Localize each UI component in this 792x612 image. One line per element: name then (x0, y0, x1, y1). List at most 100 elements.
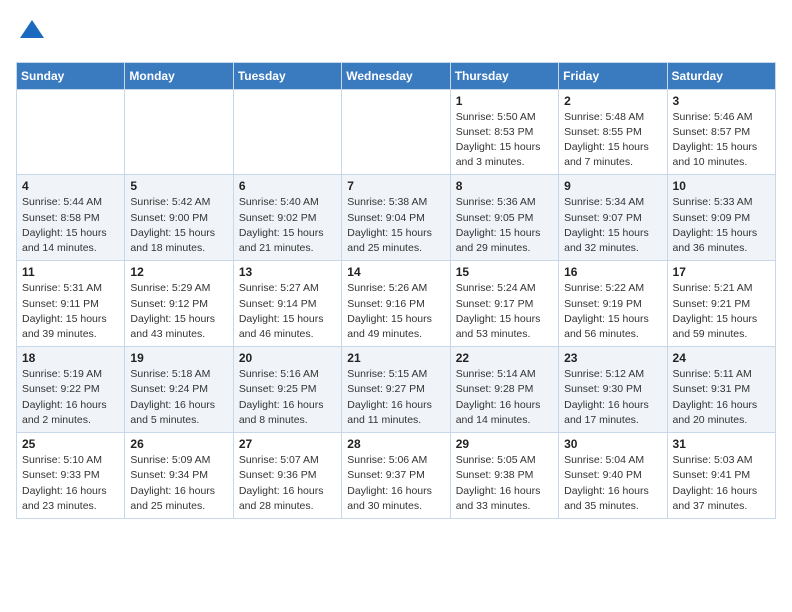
calendar-cell: 10 Sunrise: 5:33 AMSunset: 9:09 PMDayligh… (667, 175, 775, 261)
calendar-cell: 21 Sunrise: 5:15 AMSunset: 9:27 PMDayligh… (342, 347, 450, 433)
day-number: 9 (564, 179, 661, 193)
calendar-cell: 8 Sunrise: 5:36 AMSunset: 9:05 PMDaylight… (450, 175, 558, 261)
calendar-cell: 20 Sunrise: 5:16 AMSunset: 9:25 PMDayligh… (233, 347, 341, 433)
calendar-cell: 23 Sunrise: 5:12 AMSunset: 9:30 PMDayligh… (559, 347, 667, 433)
calendar-cell: 26 Sunrise: 5:09 AMSunset: 9:34 PMDayligh… (125, 433, 233, 519)
day-info: Sunrise: 5:36 AMSunset: 9:05 PMDaylight:… (456, 195, 553, 256)
day-number: 19 (130, 351, 227, 365)
calendar-cell: 17 Sunrise: 5:21 AMSunset: 9:21 PMDayligh… (667, 261, 775, 347)
calendar-cell: 6Sunrise: 5:40 AMSunset: 9:02 PMDaylight… (233, 175, 341, 261)
day-number: 16 (564, 265, 661, 279)
calendar-cell: 25 Sunrise: 5:10 AMSunset: 9:33 PMDayligh… (17, 433, 125, 519)
day-info: Sunrise: 5:09 AMSunset: 9:34 PMDaylight:… (130, 453, 227, 514)
calendar-cell: 31Sunrise: 5:03 AMSunset: 9:41 PMDayligh… (667, 433, 775, 519)
calendar-cell: 24Sunrise: 5:11 AMSunset: 9:31 PMDayligh… (667, 347, 775, 433)
calendar-cell: 11 Sunrise: 5:31 AMSunset: 9:11 PMDayligh… (17, 261, 125, 347)
day-number: 25 (22, 437, 119, 451)
page-header (16, 16, 776, 50)
calendar-cell: 18 Sunrise: 5:19 AMSunset: 9:22 PMDayligh… (17, 347, 125, 433)
day-number: 13 (239, 265, 336, 279)
day-number: 17 (673, 265, 770, 279)
calendar-cell: 12 Sunrise: 5:29 AMSunset: 9:12 PMDayligh… (125, 261, 233, 347)
day-number: 11 (22, 265, 119, 279)
day-info: Sunrise: 5:12 AMSunset: 9:30 PMDaylight:… (564, 367, 661, 428)
day-info: Sunrise: 5:22 AMSunset: 9:19 PMDaylight:… (564, 281, 661, 342)
weekday-header: Saturday (667, 62, 775, 89)
day-number: 24 (673, 351, 770, 365)
calendar-cell (342, 89, 450, 175)
day-number: 4 (22, 179, 119, 193)
weekday-header: Tuesday (233, 62, 341, 89)
day-number: 7 (347, 179, 444, 193)
day-number: 8 (456, 179, 553, 193)
weekday-header: Wednesday (342, 62, 450, 89)
day-number: 26 (130, 437, 227, 451)
day-info: Sunrise: 5:15 AMSunset: 9:27 PMDaylight:… (347, 367, 444, 428)
day-number: 21 (347, 351, 444, 365)
day-info: Sunrise: 5:33 AMSunset: 9:09 PMDaylight:… (673, 195, 770, 256)
calendar-cell: 9 Sunrise: 5:34 AMSunset: 9:07 PMDaylight… (559, 175, 667, 261)
calendar-cell: 30 Sunrise: 5:04 AMSunset: 9:40 PMDayligh… (559, 433, 667, 519)
calendar-cell: 15 Sunrise: 5:24 AMSunset: 9:17 PMDayligh… (450, 261, 558, 347)
day-info: Sunrise: 5:10 AMSunset: 9:33 PMDaylight:… (22, 453, 119, 514)
day-info: Sunrise: 5:04 AMSunset: 9:40 PMDaylight:… (564, 453, 661, 514)
calendar-cell: 16 Sunrise: 5:22 AMSunset: 9:19 PMDayligh… (559, 261, 667, 347)
day-number: 15 (456, 265, 553, 279)
day-info: Sunrise: 5:19 AMSunset: 9:22 PMDaylight:… (22, 367, 119, 428)
day-number: 29 (456, 437, 553, 451)
day-info: Sunrise: 5:38 AMSunset: 9:04 PMDaylight:… (347, 195, 444, 256)
calendar-cell: 19Sunrise: 5:18 AMSunset: 9:24 PMDayligh… (125, 347, 233, 433)
calendar-cell (233, 89, 341, 175)
calendar-cell: 3 Sunrise: 5:46 AMSunset: 8:57 PMDaylight… (667, 89, 775, 175)
day-info: Sunrise: 5:46 AMSunset: 8:57 PMDaylight:… (673, 110, 770, 171)
day-info: Sunrise: 5:16 AMSunset: 9:25 PMDaylight:… (239, 367, 336, 428)
day-number: 18 (22, 351, 119, 365)
day-info: Sunrise: 5:44 AMSunset: 8:58 PMDaylight:… (22, 195, 119, 256)
day-number: 14 (347, 265, 444, 279)
day-info: Sunrise: 5:07 AMSunset: 9:36 PMDaylight:… (239, 453, 336, 514)
weekday-header: Monday (125, 62, 233, 89)
calendar-week-row: 1Sunrise: 5:50 AMSunset: 8:53 PMDaylight… (17, 89, 776, 175)
day-number: 3 (673, 94, 770, 108)
day-number: 10 (673, 179, 770, 193)
calendar-cell: 13Sunrise: 5:27 AMSunset: 9:14 PMDayligh… (233, 261, 341, 347)
calendar-week-row: 25 Sunrise: 5:10 AMSunset: 9:33 PMDayligh… (17, 433, 776, 519)
day-info: Sunrise: 5:06 AMSunset: 9:37 PMDaylight:… (347, 453, 444, 514)
calendar-cell: 27 Sunrise: 5:07 AMSunset: 9:36 PMDayligh… (233, 433, 341, 519)
day-info: Sunrise: 5:31 AMSunset: 9:11 PMDaylight:… (22, 281, 119, 342)
calendar-cell: 4 Sunrise: 5:44 AMSunset: 8:58 PMDaylight… (17, 175, 125, 261)
day-number: 31 (673, 437, 770, 451)
day-info: Sunrise: 5:34 AMSunset: 9:07 PMDaylight:… (564, 195, 661, 256)
calendar-table: SundayMondayTuesdayWednesdayThursdayFrid… (16, 62, 776, 519)
day-number: 27 (239, 437, 336, 451)
day-info: Sunrise: 5:26 AMSunset: 9:16 PMDaylight:… (347, 281, 444, 342)
calendar-cell: 2 Sunrise: 5:48 AMSunset: 8:55 PMDaylight… (559, 89, 667, 175)
day-number: 20 (239, 351, 336, 365)
day-number: 30 (564, 437, 661, 451)
calendar-cell: 22Sunrise: 5:14 AMSunset: 9:28 PMDayligh… (450, 347, 558, 433)
day-info: Sunrise: 5:29 AMSunset: 9:12 PMDaylight:… (130, 281, 227, 342)
day-number: 2 (564, 94, 661, 108)
weekday-header: Sunday (17, 62, 125, 89)
calendar-cell: 7 Sunrise: 5:38 AMSunset: 9:04 PMDaylight… (342, 175, 450, 261)
day-number: 23 (564, 351, 661, 365)
day-number: 12 (130, 265, 227, 279)
calendar-week-row: 18 Sunrise: 5:19 AMSunset: 9:22 PMDayligh… (17, 347, 776, 433)
weekday-header: Friday (559, 62, 667, 89)
day-info: Sunrise: 5:50 AMSunset: 8:53 PMDaylight:… (456, 110, 553, 171)
calendar-cell: 5Sunrise: 5:42 AMSunset: 9:00 PMDaylight… (125, 175, 233, 261)
calendar-cell (17, 89, 125, 175)
day-info: Sunrise: 5:21 AMSunset: 9:21 PMDaylight:… (673, 281, 770, 342)
day-info: Sunrise: 5:05 AMSunset: 9:38 PMDaylight:… (456, 453, 553, 514)
day-info: Sunrise: 5:48 AMSunset: 8:55 PMDaylight:… (564, 110, 661, 171)
calendar-cell: 28 Sunrise: 5:06 AMSunset: 9:37 PMDayligh… (342, 433, 450, 519)
day-number: 22 (456, 351, 553, 365)
day-info: Sunrise: 5:24 AMSunset: 9:17 PMDaylight:… (456, 281, 553, 342)
calendar-cell: 1Sunrise: 5:50 AMSunset: 8:53 PMDaylight… (450, 89, 558, 175)
calendar-header-row: SundayMondayTuesdayWednesdayThursdayFrid… (17, 62, 776, 89)
day-number: 5 (130, 179, 227, 193)
logo-icon (18, 16, 46, 44)
day-number: 28 (347, 437, 444, 451)
calendar-week-row: 4 Sunrise: 5:44 AMSunset: 8:58 PMDaylight… (17, 175, 776, 261)
calendar-cell: 14 Sunrise: 5:26 AMSunset: 9:16 PMDayligh… (342, 261, 450, 347)
